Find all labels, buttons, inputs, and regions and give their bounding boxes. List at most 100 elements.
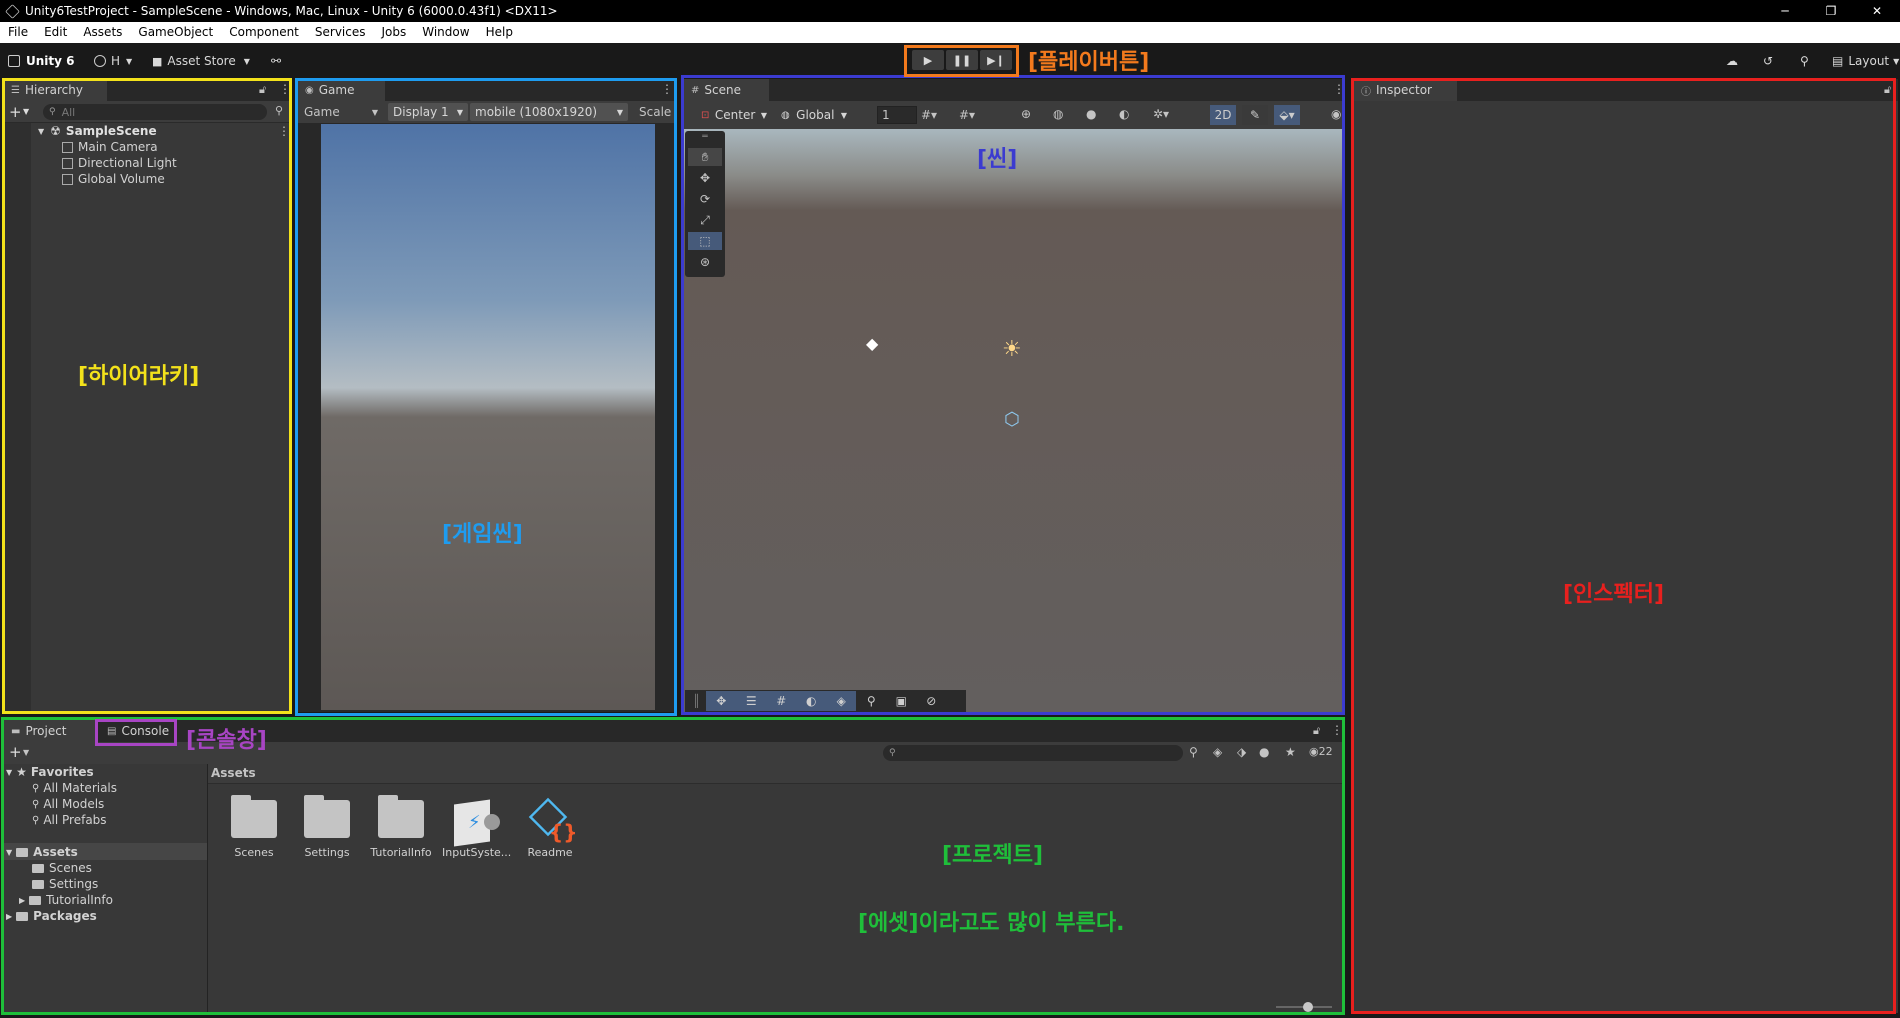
collapsed-triangle-icon[interactable]: ▶ bbox=[19, 896, 25, 905]
asset-tile[interactable]: {} Readme bbox=[517, 797, 583, 859]
icon-size-slider-thumb[interactable] bbox=[1303, 1002, 1313, 1012]
hierarchy-item[interactable]: Main Camera bbox=[62, 139, 158, 155]
favorites-item[interactable]: ⚲ All Prefabs bbox=[32, 812, 107, 828]
pause-button[interactable]: ❚❚ bbox=[946, 50, 978, 70]
layout-dropdown[interactable]: ▤ Layout ▼ bbox=[1832, 51, 1899, 71]
warning-icon[interactable]: ● bbox=[1259, 745, 1269, 759]
tab-game[interactable]: ◉ Game bbox=[297, 79, 385, 101]
project-search-input[interactable]: ⚲ bbox=[883, 745, 1183, 761]
close-button[interactable]: ✕ bbox=[1854, 0, 1900, 22]
minimize-button[interactable]: ─ bbox=[1762, 0, 1808, 22]
game-viewport[interactable] bbox=[321, 124, 655, 710]
menu-help[interactable]: Help bbox=[478, 22, 521, 43]
menu-component[interactable]: Component bbox=[221, 22, 307, 43]
kebab-menu-icon[interactable]: ⋮ bbox=[279, 82, 291, 96]
audio-toggle-button[interactable]: ✎ bbox=[1242, 105, 1268, 125]
expand-triangle-icon[interactable]: ▼ bbox=[38, 127, 44, 136]
pivot-dropdown[interactable]: ⊡ Center ▼ bbox=[696, 106, 772, 124]
game-mode-dropdown[interactable]: Game ▼ bbox=[300, 103, 382, 121]
overlay-lighting-button[interactable]: ◐ bbox=[796, 691, 827, 711]
search-button[interactable]: ⚲ bbox=[1800, 51, 1809, 71]
drag-handle-icon[interactable]: ═ bbox=[685, 131, 725, 143]
kebab-menu-icon[interactable]: ⋮ bbox=[1331, 723, 1343, 737]
volume-gizmo-icon[interactable]: ⬡ bbox=[1004, 409, 1020, 430]
shaded-sphere-icon[interactable]: ● bbox=[1086, 107, 1096, 121]
directional-light-gizmo-icon[interactable]: ☀ bbox=[1002, 337, 1022, 362]
hidden-packages-toggle[interactable]: ◉22 bbox=[1309, 745, 1333, 758]
kebab-menu-icon[interactable]: ⋮ bbox=[1333, 82, 1345, 96]
expand-triangle-icon[interactable]: ▼ bbox=[6, 768, 12, 777]
menu-gameobject[interactable]: GameObject bbox=[130, 22, 221, 43]
overlay-move-button[interactable]: ✥ bbox=[706, 691, 737, 711]
hierarchy-item[interactable]: Directional Light bbox=[62, 155, 177, 171]
menu-window[interactable]: Window bbox=[414, 22, 477, 43]
asset-folder-row[interactable]: Settings bbox=[32, 876, 98, 892]
asset-tile[interactable]: TutorialInfo bbox=[368, 795, 434, 859]
lock-icon[interactable]: 🔓︎ bbox=[1884, 83, 1891, 97]
filter-type-icon[interactable]: ◈ bbox=[1213, 745, 1222, 759]
tab-scene[interactable]: # Scene bbox=[683, 79, 769, 101]
lock-icon[interactable]: 🔓︎ bbox=[259, 83, 266, 97]
rotate-tool-button[interactable]: ⟳ bbox=[688, 190, 722, 208]
favorite-star-icon[interactable]: ★ bbox=[1285, 745, 1296, 759]
overlay-grid-button[interactable]: # bbox=[766, 691, 797, 711]
asset-tile[interactable]: ⚡ InputSyste... bbox=[442, 799, 511, 859]
packages-row[interactable]: ▶ Packages bbox=[6, 908, 97, 924]
draw-mode-icon[interactable]: ⊕ bbox=[1021, 107, 1031, 121]
collapsed-triangle-icon[interactable]: ▶ bbox=[6, 912, 12, 921]
increment-snap-icon[interactable]: #▾ bbox=[959, 108, 975, 122]
favorites-item[interactable]: ⚲ All Materials bbox=[32, 780, 117, 796]
history-button[interactable]: ↺ bbox=[1763, 51, 1773, 71]
favorites-item[interactable]: ⚲ All Models bbox=[32, 796, 104, 812]
drag-handle-icon[interactable]: ║ bbox=[693, 694, 700, 708]
restore-button[interactable]: ❐ bbox=[1808, 0, 1854, 22]
effects-toggle-button[interactable]: ⬙▾ bbox=[1274, 105, 1300, 125]
asset-folder-row[interactable]: Scenes bbox=[32, 860, 92, 876]
asset-tile[interactable]: Scenes bbox=[221, 795, 287, 859]
asset-store-dropdown[interactable]: ■ Asset Store ▼ bbox=[152, 51, 250, 71]
create-asset-button[interactable]: + bbox=[9, 743, 22, 761]
tab-inspector[interactable]: ⓘ Inspector bbox=[1353, 79, 1457, 101]
breadcrumb[interactable]: Assets bbox=[211, 766, 256, 780]
cloud-button[interactable]: ☁ bbox=[1726, 51, 1738, 71]
menu-assets[interactable]: Assets bbox=[75, 22, 130, 43]
scale-tool-button[interactable]: ⤢ bbox=[688, 211, 722, 229]
expand-triangle-icon[interactable]: ▼ bbox=[6, 848, 12, 857]
overlay-layers-button[interactable]: ◈ bbox=[826, 691, 857, 711]
space-dropdown[interactable]: ◍ Global ▼ bbox=[776, 106, 852, 124]
hierarchy-search-input[interactable]: ⚲ All bbox=[43, 104, 267, 120]
hierarchy-scene-row[interactable]: ▼ ☢ SampleScene bbox=[38, 123, 157, 139]
assets-root-row[interactable]: ▼ Assets bbox=[6, 844, 78, 860]
gizmo-bug-icon[interactable]: ✲▾ bbox=[1153, 107, 1169, 121]
resolution-dropdown[interactable]: mobile (1080x1920) ▼ bbox=[470, 103, 628, 121]
menu-jobs[interactable]: Jobs bbox=[374, 22, 415, 43]
lock-icon[interactable]: 🔓︎ bbox=[1313, 724, 1320, 738]
chevron-down-icon[interactable]: ▼ bbox=[23, 107, 29, 116]
play-button[interactable]: ▶ bbox=[912, 50, 944, 70]
move-tool-button[interactable]: ✥ bbox=[688, 169, 722, 187]
account-dropdown[interactable]: H ▼ bbox=[94, 51, 132, 71]
scene-kebab-icon[interactable]: ⋮ bbox=[278, 124, 290, 138]
rect-tool-button[interactable]: ⬚ bbox=[688, 232, 722, 250]
overlay-tool-settings-button[interactable]: ☰ bbox=[736, 691, 767, 711]
2d-toggle-button[interactable]: 2D bbox=[1210, 105, 1236, 125]
add-object-button[interactable]: + bbox=[9, 103, 22, 121]
search-options-icon[interactable]: ⚲ bbox=[275, 104, 283, 117]
search-by-type-icon[interactable]: ⚲ bbox=[1189, 745, 1198, 759]
step-button[interactable]: ▶❙ bbox=[980, 50, 1012, 70]
chevron-down-icon[interactable]: ▼ bbox=[23, 748, 29, 757]
visibility-icon[interactable]: ◉ bbox=[1331, 107, 1341, 121]
grid-size-input[interactable]: 1 bbox=[877, 106, 917, 124]
display-dropdown[interactable]: Display 1 ▼ bbox=[388, 103, 468, 121]
menu-file[interactable]: File bbox=[0, 22, 36, 43]
asset-folder-row[interactable]: ▶ TutorialInfo bbox=[19, 892, 113, 908]
version-control-button[interactable]: ⚯ bbox=[271, 51, 281, 71]
asset-tile[interactable]: Settings bbox=[294, 795, 360, 859]
camera-gizmo-icon[interactable]: ◆ bbox=[866, 334, 878, 353]
overlay-search-button[interactable]: ⚲ bbox=[856, 691, 886, 711]
lighting-icon[interactable]: ◐ bbox=[1119, 107, 1129, 121]
grid-snap-icon[interactable]: #▾ bbox=[921, 108, 937, 122]
overlay-camera-button[interactable]: ▣ bbox=[886, 691, 916, 711]
hierarchy-item[interactable]: Global Volume bbox=[62, 171, 165, 187]
tab-project[interactable]: ▬ Project bbox=[3, 720, 95, 742]
